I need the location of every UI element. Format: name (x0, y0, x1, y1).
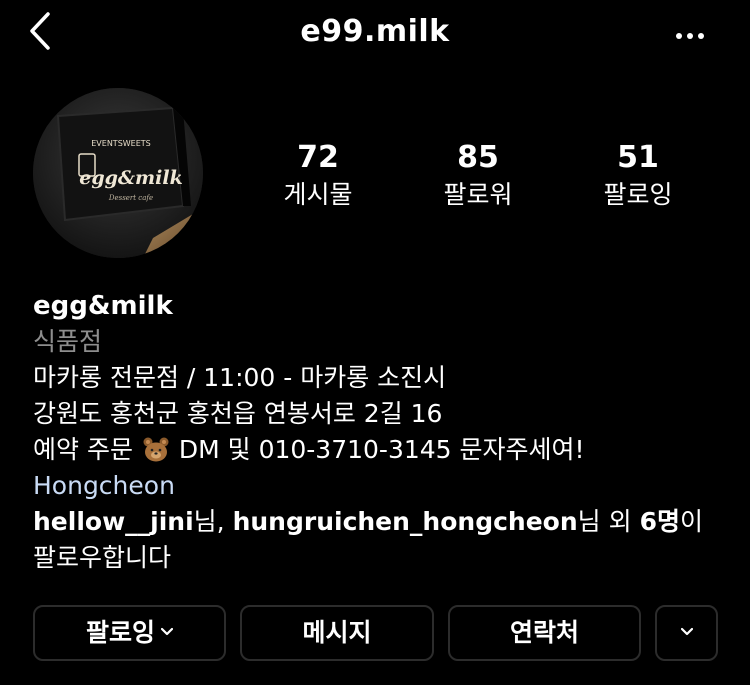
posts-count: 72 (297, 140, 339, 175)
followed-by-text-line2: 팔로우합니다 (33, 543, 172, 572)
display-name: egg&milk (33, 291, 173, 321)
stat-following[interactable]: 51 팔로잉 (568, 140, 708, 212)
following-label: 팔로잉 (603, 180, 673, 209)
store-sign-image: EVENTSWEETS egg&milk Dessert cafe (33, 88, 203, 258)
profile-bio: egg&milk 식품점 마카롱 전문점 / 11:00 - 마카롱 소진시 강… (33, 288, 733, 576)
followed-user-1[interactable]: hellow__jini (33, 507, 194, 536)
chevron-down-icon (680, 627, 693, 636)
message-button[interactable]: 메시지 (240, 605, 434, 661)
bio-line-hours: 마카롱 전문점 / 11:00 - 마카롱 소진시 (33, 363, 447, 392)
suggested-accounts-dropdown-button[interactable] (655, 605, 718, 661)
teddy-bear-icon (143, 437, 169, 462)
followed-count: 6명 (639, 507, 680, 536)
bio-line-address: 강원도 홍천군 홍천읍 연봉서로 2길 16 (33, 399, 443, 428)
stat-posts[interactable]: 72 게시물 (248, 140, 388, 212)
more-options-button[interactable] (676, 24, 712, 44)
profile-username: e99.milk (300, 14, 450, 49)
category-label: 식품점 (33, 327, 103, 356)
following-button[interactable]: 팔로잉 (33, 605, 226, 661)
posts-label: 게시물 (283, 180, 353, 209)
followers-label: 팔로워 (443, 180, 513, 209)
location-link[interactable]: Hongcheon (33, 468, 733, 504)
chevron-down-icon (161, 627, 173, 636)
sign-top-text: EVENTSWEETS (91, 139, 151, 148)
more-horizontal-icon (676, 33, 682, 39)
profile-header: e99.milk (0, 0, 750, 70)
stat-followers[interactable]: 85 팔로워 (408, 140, 548, 212)
sign-brand-text: egg&milk (79, 167, 183, 189)
followers-count: 85 (457, 140, 499, 175)
followed-user-2[interactable]: hungruichen_hongcheon (233, 507, 578, 536)
sign-sub-text: Dessert cafe (108, 194, 153, 202)
following-count: 51 (617, 140, 659, 175)
contact-button[interactable]: 연락처 (448, 605, 641, 661)
followed-by-text[interactable]: hellow__jini님, hungruichen_hongcheon님 외 … (33, 504, 733, 540)
profile-avatar[interactable]: EVENTSWEETS egg&milk Dessert cafe (33, 88, 203, 258)
bio-line-order: 예약 주문 DM 및 010-3710-3145 문자주세여! (33, 435, 585, 464)
